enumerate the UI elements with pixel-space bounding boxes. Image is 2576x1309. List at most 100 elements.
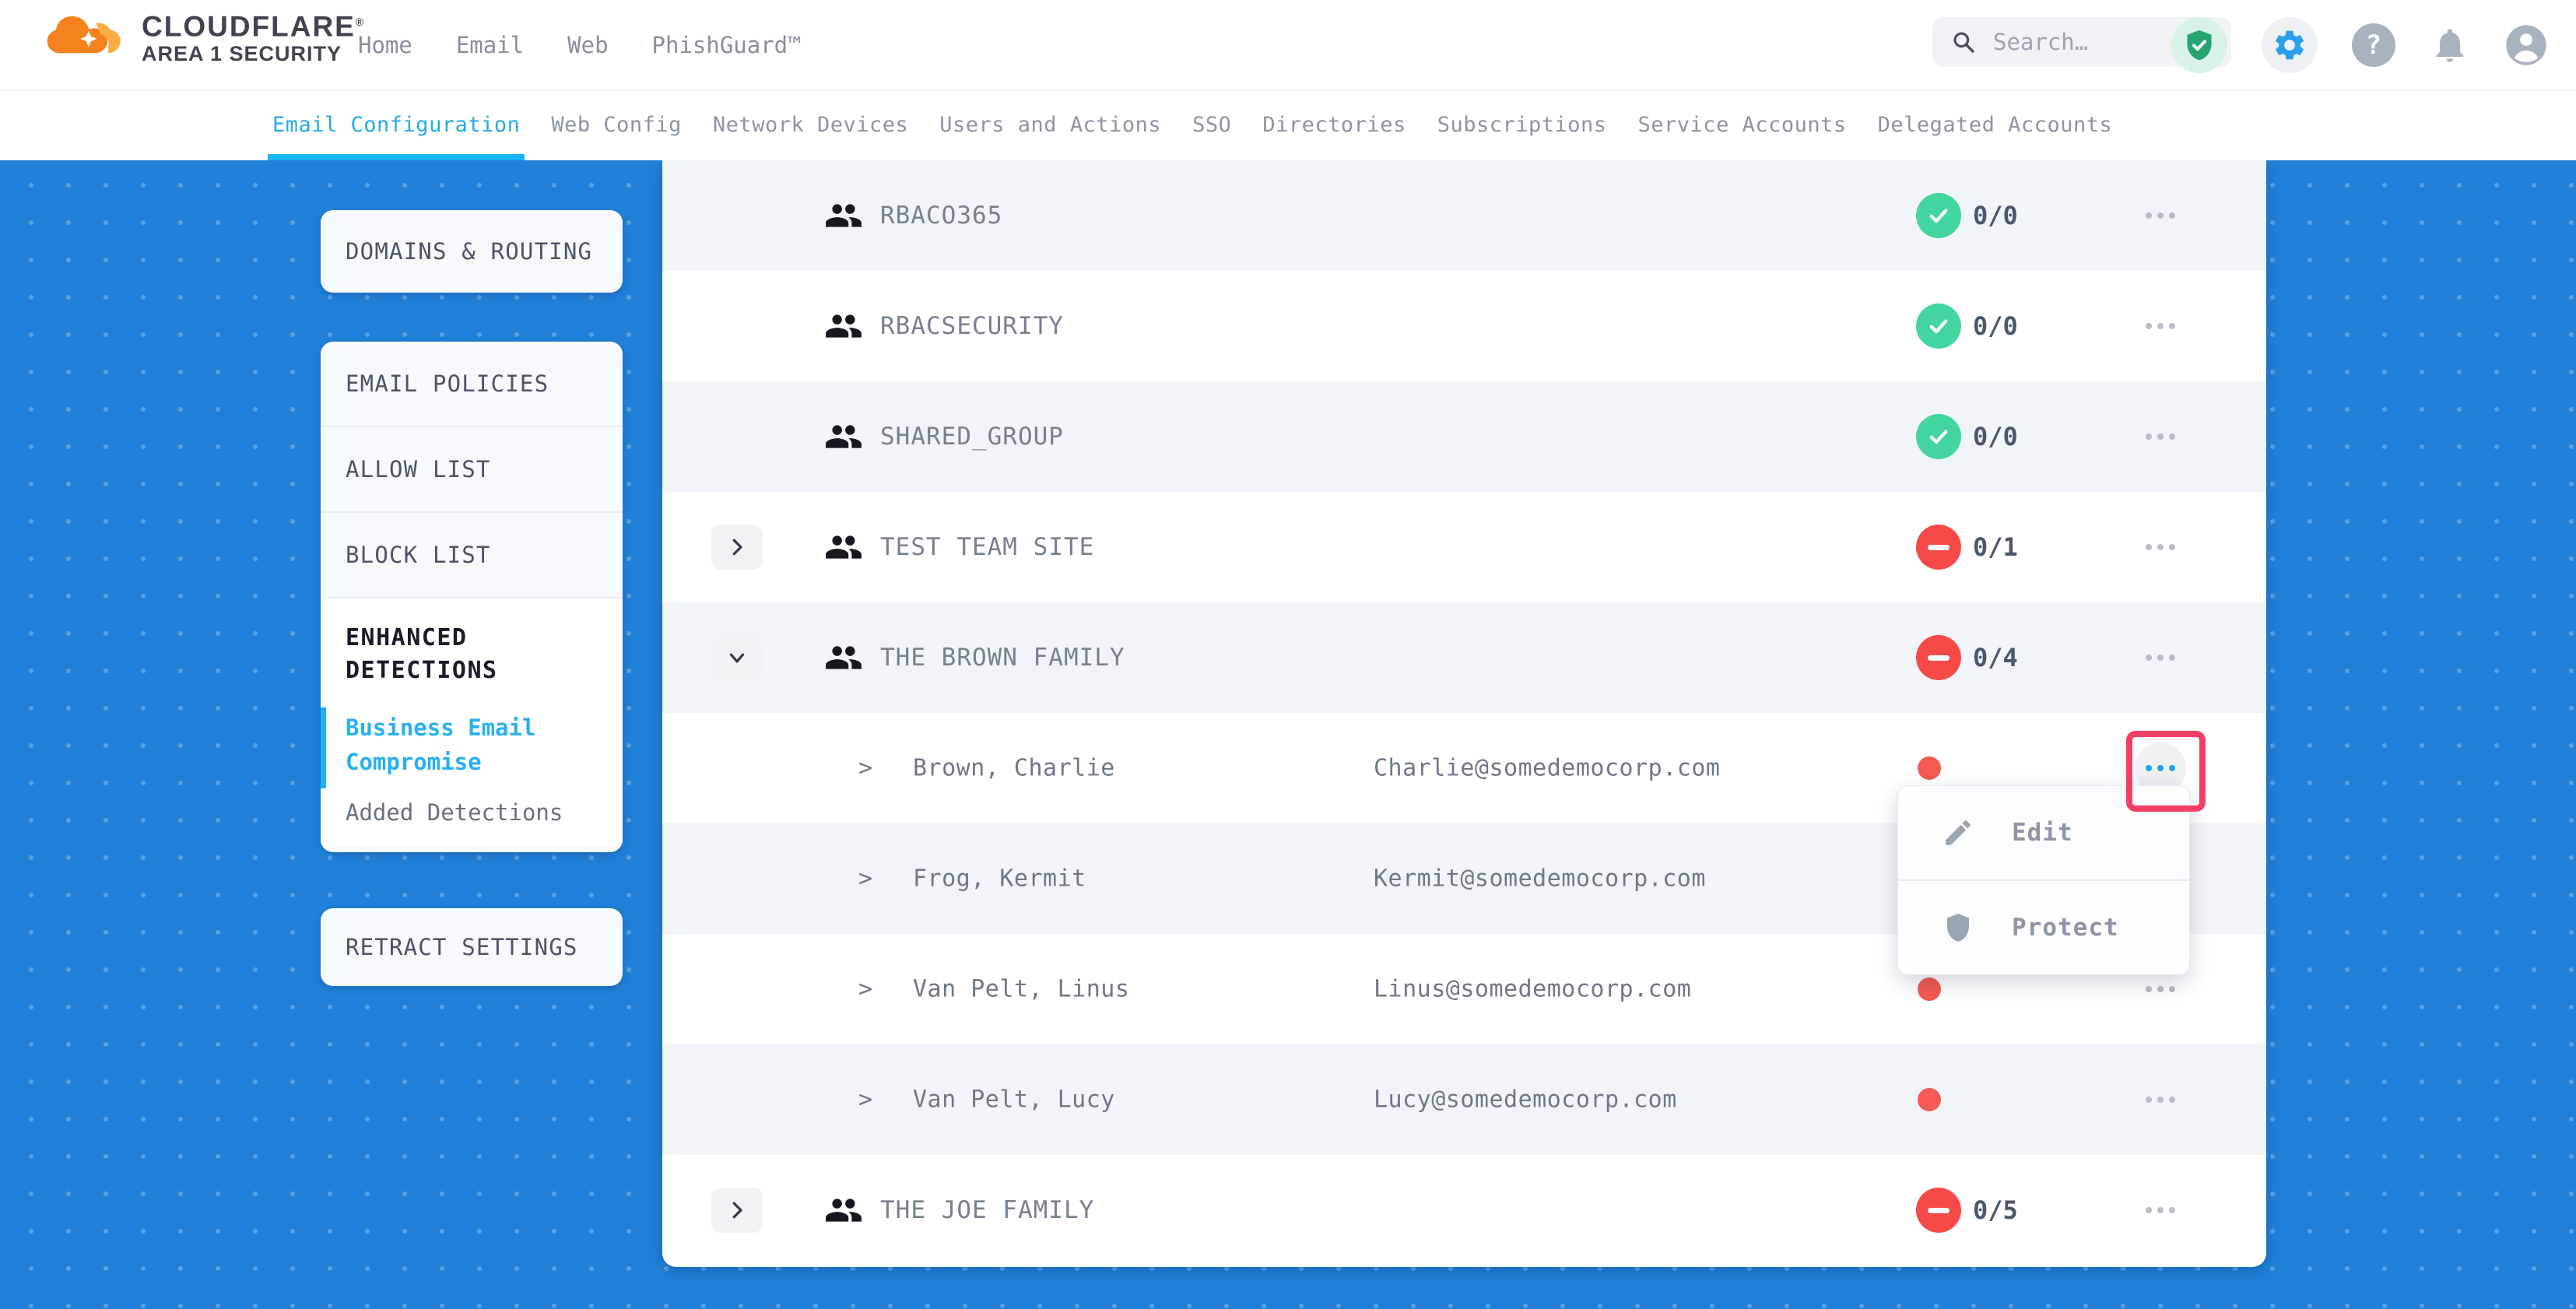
sidebar-item-block-list[interactable]: BLOCK LIST xyxy=(321,513,623,598)
member-email: Kermit@somedemocorp.com xyxy=(1374,865,1706,893)
protected-count: 0/0 xyxy=(1973,311,2018,341)
cloudflare-logo[interactable]: CLOUDFLARE® AREA 1 SECURITY xyxy=(40,6,365,65)
status-badge-minus xyxy=(1916,525,1961,570)
group-people-icon xyxy=(824,417,863,456)
row-menu-button[interactable] xyxy=(2135,300,2186,352)
member-name: Van Pelt, Lucy xyxy=(913,1086,1115,1114)
minus-icon xyxy=(1928,545,1950,550)
group-people-icon xyxy=(824,307,863,346)
status-dot-unprotected xyxy=(1918,1088,1941,1111)
expand-row-button[interactable] xyxy=(711,1188,763,1233)
minus-icon xyxy=(1928,655,1950,661)
protected-count: 0/5 xyxy=(1973,1195,2018,1225)
tab-bar: Email Configuration Web Config Network Dev… xyxy=(0,89,2576,160)
sidebar-item-added-detections[interactable]: Added Detections xyxy=(346,799,598,826)
logo-text: CLOUDFLARE® AREA 1 SECURITY xyxy=(142,6,365,65)
group-row-rbacsecurity: RBACSECURITY 0/0 xyxy=(662,271,2266,381)
group-row-the-brown-family: THE BROWN FAMILY 0/4 xyxy=(662,602,2266,713)
context-menu-item-edit[interactable]: Edit xyxy=(1898,786,2189,879)
nav-item-web[interactable]: Web xyxy=(567,32,608,58)
member-name: Frog, Kermit xyxy=(913,865,1086,893)
group-people-icon xyxy=(824,528,863,567)
row-menu-button[interactable] xyxy=(2135,1184,2186,1236)
logo-subtitle: AREA 1 SECURITY xyxy=(142,42,365,65)
member-name: Van Pelt, Linus xyxy=(913,976,1129,1003)
sidebar-item-domains-routing[interactable]: DOMAINS & ROUTING xyxy=(321,210,623,293)
status-badge-check xyxy=(1916,414,1961,459)
user-avatar-icon[interactable] xyxy=(2504,23,2548,67)
row-menu-button[interactable] xyxy=(2135,190,2186,241)
status-dot-unprotected xyxy=(1918,977,1941,1001)
protection-status-button[interactable] xyxy=(2171,17,2227,73)
member-arrow: > xyxy=(858,865,872,893)
page-background: DOMAINS & ROUTING EMAIL POLICIES ALLOW L… xyxy=(0,160,2576,1309)
app-header: CLOUDFLARE® AREA 1 SECURITY Home Email Web… xyxy=(0,0,2576,91)
minus-icon xyxy=(1928,1208,1950,1213)
member-arrow: > xyxy=(858,976,872,1003)
context-menu-item-protect[interactable]: Protect xyxy=(1898,879,2189,974)
sidebar-card-policies: EMAIL POLICIES ALLOW LIST BLOCK LIST ENH… xyxy=(321,342,623,852)
member-email: Charlie@somedemocorp.com xyxy=(1374,755,1720,782)
group-name: THE BROWN FAMILY xyxy=(880,644,1125,672)
settings-button[interactable] xyxy=(2262,17,2318,73)
group-people-icon xyxy=(824,638,863,677)
shield-icon xyxy=(1942,911,1974,944)
group-name: RBACSECURITY xyxy=(880,312,1064,340)
sidebar-item-enhanced-detections[interactable]: ENHANCED DETECTIONS xyxy=(346,622,598,687)
member-name: Brown, Charlie xyxy=(913,755,1115,782)
sidebar-item-allow-list[interactable]: ALLOW LIST xyxy=(321,427,623,513)
tab-web-config[interactable]: Web Config xyxy=(551,89,682,160)
nav-item-home[interactable]: Home xyxy=(358,32,412,58)
member-arrow: > xyxy=(858,755,872,782)
header-icons: ? xyxy=(2171,0,2548,89)
group-row-test-team-site: TEST TEAM SITE0/1 xyxy=(662,492,2266,602)
tab-network-devices[interactable]: Network Devices xyxy=(713,89,908,160)
group-people-icon xyxy=(824,196,863,235)
nav-item-email[interactable]: Email xyxy=(456,32,524,58)
check-icon xyxy=(1925,202,1952,229)
tab-delegated-accounts[interactable]: Delegated Accounts xyxy=(1878,89,2113,160)
row-menu-button[interactable] xyxy=(2135,521,2186,573)
sidebar-card-retract: RETRACT SETTINGS xyxy=(321,908,623,986)
group-name: SHARED_GROUP xyxy=(880,423,1064,451)
sidebar-item-retract-settings[interactable]: RETRACT SETTINGS xyxy=(321,908,623,986)
area1-security-app: CLOUDFLARE® AREA 1 SECURITY Home Email Web… xyxy=(0,0,2576,1309)
tab-service-accounts[interactable]: Service Accounts xyxy=(1638,89,1847,160)
sidebar-section-enhanced-detections: ENHANCED DETECTIONS Business Email Compr… xyxy=(321,598,623,846)
sidebar-item-business-email-compromise[interactable]: Business Email Compromise xyxy=(346,711,598,779)
tab-users-and-actions[interactable]: Users and Actions xyxy=(939,89,1161,160)
group-people-icon xyxy=(824,1191,863,1230)
pencil-icon xyxy=(1942,816,1974,849)
status-badge-check xyxy=(1916,304,1961,349)
row-menu-button[interactable] xyxy=(2135,632,2186,683)
menu-item-label: Edit xyxy=(2012,819,2073,847)
sidebar-card-domains: DOMAINS & ROUTING xyxy=(321,210,623,293)
notifications-bell-icon[interactable] xyxy=(2430,25,2470,65)
tab-email-configuration[interactable]: Email Configuration xyxy=(272,89,520,160)
help-icon: ? xyxy=(2366,30,2381,61)
group-name: THE JOE FAMILY xyxy=(880,1196,1094,1224)
group-row-rbaco365: RBACO3650/0 xyxy=(662,160,2266,271)
check-icon xyxy=(1925,423,1952,450)
expand-collapserow-button[interactable] xyxy=(711,635,763,680)
expand-row-button[interactable] xyxy=(711,525,763,570)
settings-gear-icon xyxy=(2272,27,2308,63)
tab-sso[interactable]: SSO xyxy=(1192,89,1231,160)
group-row-shared-group: SHARED_GROUP 0/0 xyxy=(662,381,2266,492)
tab-directories[interactable]: Directories xyxy=(1262,89,1406,160)
protected-count: 0/4 xyxy=(1973,643,2018,672)
sidebar-item-email-policies[interactable]: EMAIL POLICIES xyxy=(321,342,623,427)
chevron-right-icon xyxy=(725,1198,749,1222)
help-button[interactable]: ? xyxy=(2352,23,2395,67)
nav-item-phishguard[interactable]: PhishGuard™ xyxy=(652,32,802,58)
group-people-icon xyxy=(824,307,863,346)
search-icon xyxy=(1951,29,1976,55)
row-menu-button[interactable] xyxy=(2135,411,2186,462)
protected-count: 0/0 xyxy=(1973,422,2018,451)
tab-subscriptions[interactable]: Subscriptions xyxy=(1437,89,1607,160)
menu-item-label: Protect xyxy=(2012,914,2119,942)
member-arrow: > xyxy=(858,1086,872,1114)
member-row-van-pelt-lucy: >Van Pelt, LucyLucy@somedemocorp.com xyxy=(662,1044,2266,1155)
group-people-icon xyxy=(824,528,863,567)
row-menu-button[interactable] xyxy=(2135,1074,2186,1125)
